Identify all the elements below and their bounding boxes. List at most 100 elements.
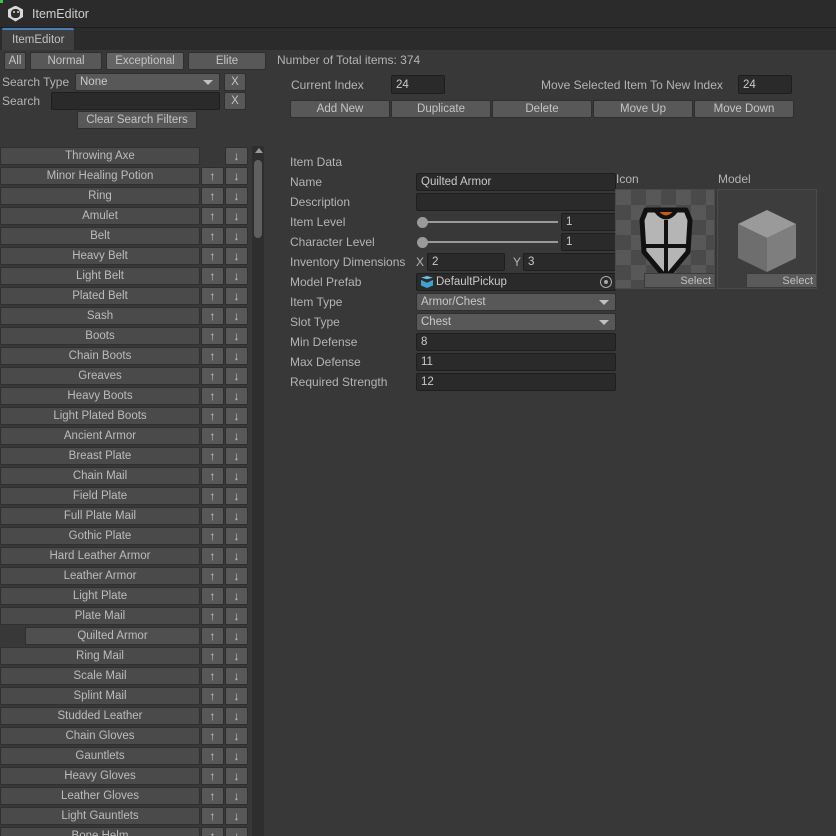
- move-item-down-icon[interactable]: ↓: [225, 347, 248, 365]
- move-item-down-icon[interactable]: ↓: [225, 287, 248, 305]
- list-item[interactable]: Ancient Armor ↑ ↓: [0, 426, 248, 446]
- list-item-label[interactable]: Quilted Armor: [25, 627, 200, 645]
- duplicate-button[interactable]: Duplicate: [391, 100, 491, 118]
- move-item-down-icon[interactable]: ↓: [225, 147, 248, 165]
- character-level-slider[interactable]: [416, 233, 561, 251]
- list-item-label[interactable]: Heavy Belt: [0, 247, 200, 265]
- list-item-label[interactable]: Boots: [0, 327, 200, 345]
- move-item-up-icon[interactable]: ↑: [201, 827, 224, 836]
- list-item[interactable]: Sash ↑ ↓: [0, 306, 248, 326]
- list-item[interactable]: Chain Boots ↑ ↓: [0, 346, 248, 366]
- list-item[interactable]: Throwing Axe ↓: [0, 146, 248, 166]
- list-item-label[interactable]: Plated Belt: [0, 287, 200, 305]
- move-item-up-icon[interactable]: ↑: [201, 507, 224, 525]
- move-item-up-icon[interactable]: ↑: [201, 407, 224, 425]
- list-item-label[interactable]: Chain Mail: [0, 467, 200, 485]
- list-item-label[interactable]: Full Plate Mail: [0, 507, 200, 525]
- list-item[interactable]: Field Plate ↑ ↓: [0, 486, 248, 506]
- move-item-down-icon[interactable]: ↓: [225, 607, 248, 625]
- move-item-down-icon[interactable]: ↓: [225, 387, 248, 405]
- list-item[interactable]: Hard Leather Armor ↑ ↓: [0, 546, 248, 566]
- list-item-label[interactable]: Sash: [0, 307, 200, 325]
- move-item-up-icon[interactable]: ↑: [201, 347, 224, 365]
- list-item[interactable]: Minor Healing Potion ↑ ↓: [0, 166, 248, 186]
- inventory-y-input[interactable]: 3: [523, 253, 616, 271]
- filter-exceptional-button[interactable]: Exceptional: [106, 52, 184, 70]
- list-item[interactable]: Light Belt ↑ ↓: [0, 266, 248, 286]
- move-item-down-icon[interactable]: ↓: [225, 647, 248, 665]
- search-input[interactable]: [51, 92, 220, 110]
- move-index-input[interactable]: 24: [738, 75, 792, 94]
- list-item-label[interactable]: Throwing Axe: [0, 147, 200, 165]
- list-item[interactable]: Heavy Gloves ↑ ↓: [0, 766, 248, 786]
- move-item-down-icon[interactable]: ↓: [225, 627, 248, 645]
- list-item[interactable]: Light Plate ↑ ↓: [0, 586, 248, 606]
- move-item-down-icon[interactable]: ↓: [225, 507, 248, 525]
- list-item[interactable]: Gauntlets ↑ ↓: [0, 746, 248, 766]
- move-up-button[interactable]: Move Up: [593, 100, 693, 118]
- list-item[interactable]: Splint Mail ↑ ↓: [0, 686, 248, 706]
- list-item-label[interactable]: Light Plated Boots: [0, 407, 200, 425]
- move-item-down-icon[interactable]: ↓: [225, 747, 248, 765]
- list-item[interactable]: Heavy Belt ↑ ↓: [0, 246, 248, 266]
- tab-itemeditor[interactable]: ItemEditor: [2, 28, 75, 50]
- move-down-button[interactable]: Move Down: [694, 100, 794, 118]
- move-item-down-icon[interactable]: ↓: [225, 227, 248, 245]
- list-item-label[interactable]: Gauntlets: [0, 747, 200, 765]
- move-item-up-icon[interactable]: ↑: [201, 267, 224, 285]
- search-type-dropdown[interactable]: None: [75, 73, 220, 91]
- list-item[interactable]: Chain Mail ↑ ↓: [0, 466, 248, 486]
- filter-elite-button[interactable]: Elite: [188, 52, 266, 70]
- list-item-label[interactable]: Gothic Plate: [0, 527, 200, 545]
- move-item-down-icon[interactable]: ↓: [225, 807, 248, 825]
- move-item-up-icon[interactable]: ↑: [201, 587, 224, 605]
- list-item-label[interactable]: Studded Leather: [0, 707, 200, 725]
- move-item-up-icon[interactable]: ↑: [201, 167, 224, 185]
- list-item-label[interactable]: Breast Plate: [0, 447, 200, 465]
- move-item-down-icon[interactable]: ↓: [225, 787, 248, 805]
- list-item[interactable]: Studded Leather ↑ ↓: [0, 706, 248, 726]
- move-item-down-icon[interactable]: ↓: [225, 527, 248, 545]
- list-item[interactable]: Ring ↑ ↓: [0, 186, 248, 206]
- move-item-up-icon[interactable]: ↑: [201, 187, 224, 205]
- list-item[interactable]: Quilted Armor ↑ ↓: [0, 626, 248, 646]
- move-item-down-icon[interactable]: ↓: [225, 767, 248, 785]
- list-item[interactable]: Boots ↑ ↓: [0, 326, 248, 346]
- move-item-down-icon[interactable]: ↓: [225, 187, 248, 205]
- model-select-button[interactable]: Select: [746, 273, 816, 288]
- move-item-down-icon[interactable]: ↓: [225, 727, 248, 745]
- move-item-up-icon[interactable]: ↑: [201, 207, 224, 225]
- max-defense-input[interactable]: 11: [416, 353, 616, 371]
- list-item-label[interactable]: Light Gauntlets: [0, 807, 200, 825]
- list-item[interactable]: Leather Armor ↑ ↓: [0, 566, 248, 586]
- icon-select-button[interactable]: Select: [644, 273, 714, 288]
- list-item[interactable]: Greaves ↑ ↓: [0, 366, 248, 386]
- list-item-label[interactable]: Light Belt: [0, 267, 200, 285]
- object-picker-icon[interactable]: [600, 276, 612, 288]
- clear-search-button[interactable]: X: [224, 92, 246, 110]
- move-item-down-icon[interactable]: ↓: [225, 707, 248, 725]
- list-item-label[interactable]: Leather Armor: [0, 567, 200, 585]
- move-item-down-icon[interactable]: ↓: [225, 407, 248, 425]
- slider-knob[interactable]: [417, 236, 428, 248]
- item-list[interactable]: Throwing Axe ↓ Minor Healing Potion ↑ ↓ Ring ↑…: [0, 146, 248, 836]
- move-item-down-icon[interactable]: ↓: [225, 427, 248, 445]
- list-item-label[interactable]: Chain Gloves: [0, 727, 200, 745]
- move-item-down-icon[interactable]: ↓: [225, 827, 248, 836]
- current-index-input[interactable]: 24: [391, 75, 445, 94]
- move-item-up-icon[interactable]: ↑: [201, 367, 224, 385]
- move-item-up-icon[interactable]: ↑: [201, 567, 224, 585]
- move-item-up-icon[interactable]: ↑: [201, 227, 224, 245]
- item-level-value[interactable]: 1: [561, 213, 616, 231]
- list-item[interactable]: Light Gauntlets ↑ ↓: [0, 806, 248, 826]
- list-item[interactable]: Plated Belt ↑ ↓: [0, 286, 248, 306]
- list-item-label[interactable]: Heavy Gloves: [0, 767, 200, 785]
- filter-all-button[interactable]: All: [4, 52, 26, 70]
- model-preview-box[interactable]: Select: [717, 189, 817, 289]
- list-item[interactable]: Full Plate Mail ↑ ↓: [0, 506, 248, 526]
- model-prefab-field[interactable]: DefaultPickup: [416, 273, 616, 291]
- move-item-up-icon[interactable]: ↑: [201, 687, 224, 705]
- description-input[interactable]: [416, 193, 616, 211]
- item-list-scrollbar[interactable]: [252, 146, 264, 836]
- inventory-x-input[interactable]: 2: [427, 253, 505, 271]
